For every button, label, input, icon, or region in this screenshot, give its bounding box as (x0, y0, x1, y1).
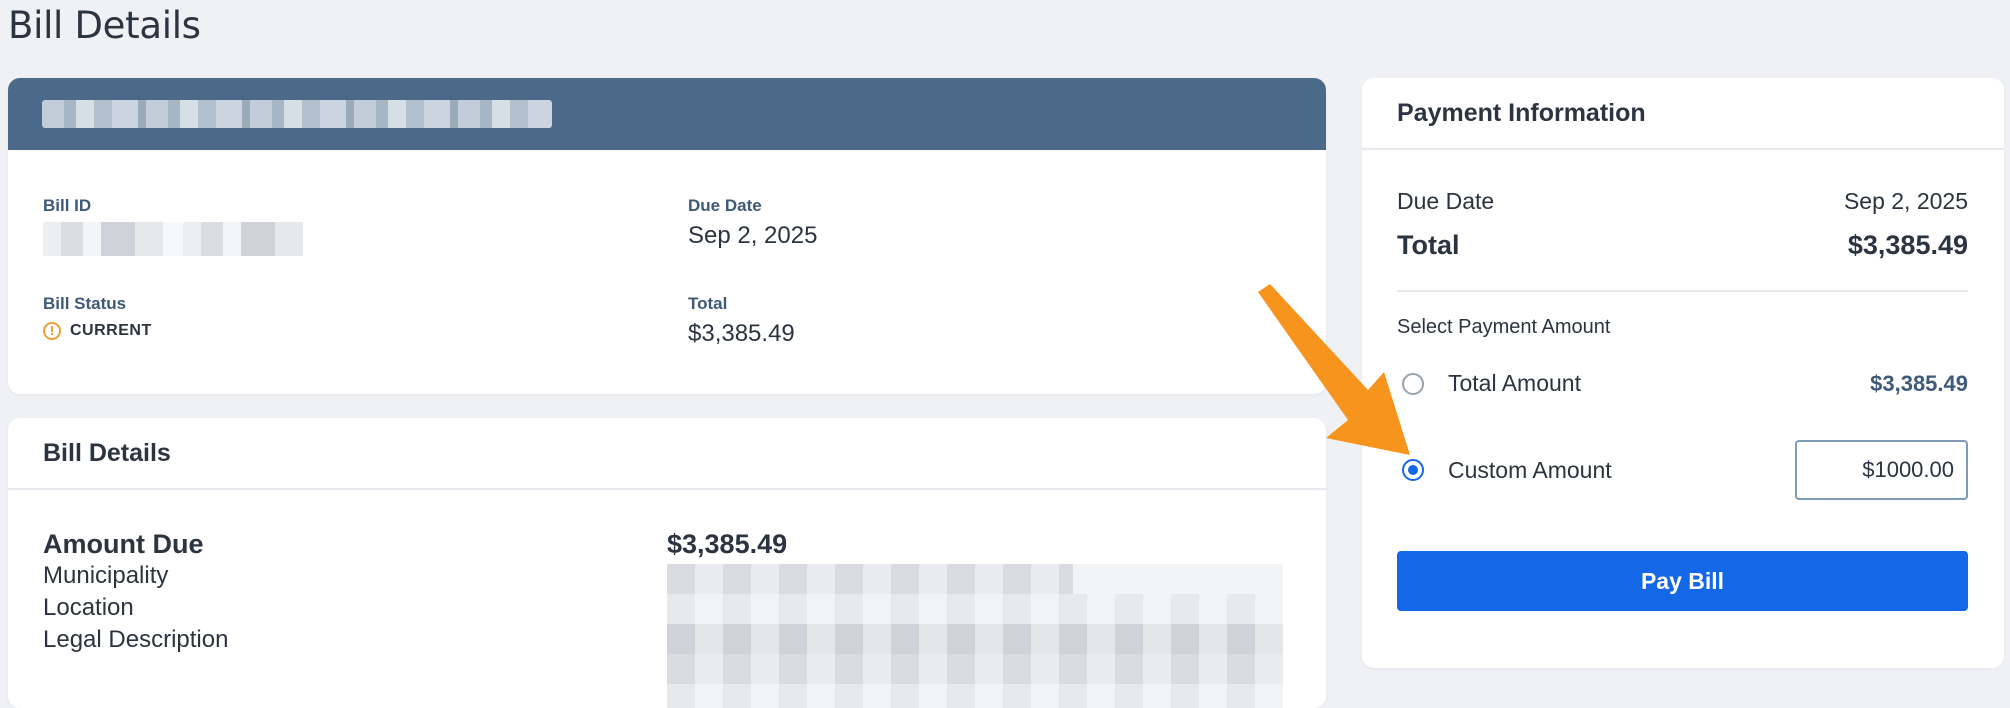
payment-information-heading: Payment Information (1362, 78, 2004, 150)
bill-details-card: Bill Details Amount Due Municipality Loc… (8, 418, 1326, 708)
legal-description-label: Legal Description (43, 626, 229, 653)
bill-summary-header (8, 78, 1326, 150)
annotation-arrow-icon (1258, 284, 1410, 455)
page-title: Bill Details (8, 4, 201, 47)
bill-id-field: Bill ID (43, 196, 303, 256)
payment-due-date-label: Due Date (1397, 188, 1495, 214)
warning-circle-icon: ! (43, 322, 61, 340)
amount-due-value: $3,385.49 (667, 529, 788, 559)
status-badge: ! CURRENT (43, 322, 152, 340)
pay-bill-button[interactable]: Pay Bill (1397, 551, 1968, 611)
payment-information-card: Payment Information Due Date Sep 2, 2025… (1362, 78, 2004, 668)
total-amount-option[interactable]: Total Amount $3,385.49 (1402, 370, 1968, 397)
details-label-list: Amount Due Municipality Location Legal D… (43, 528, 228, 656)
payment-total-value: $3,385.49 (1847, 230, 1968, 260)
location-label: Location (43, 594, 134, 621)
redacted-bill-id (43, 222, 303, 256)
bill-id-label: Bill ID (43, 196, 92, 215)
amount-due-label: Amount Due (43, 529, 204, 559)
due-date-value: Sep 2, 2025 (688, 222, 818, 249)
custom-amount-label[interactable]: Custom Amount (1448, 457, 1795, 484)
redacted-bill-title (42, 100, 552, 128)
bill-summary-card: Bill ID Due Date Sep 2, 2025 Bill Status… (8, 78, 1326, 394)
total-label: Total (688, 294, 728, 313)
payment-total-label: Total (1397, 230, 1460, 260)
total-field: Total $3,385.49 (688, 294, 795, 348)
custom-amount-input[interactable] (1795, 440, 1968, 500)
payment-due-date-row: Due Date Sep 2, 2025 (1397, 188, 1968, 215)
municipality-label: Municipality (43, 562, 169, 589)
payment-total-row: Total $3,385.49 (1397, 230, 1968, 261)
due-date-label: Due Date (688, 196, 762, 215)
total-amount-value: $3,385.49 (1870, 370, 1968, 396)
payment-divider (1397, 290, 1968, 292)
payment-due-date-value: Sep 2, 2025 (1843, 188, 1968, 214)
due-date-field: Due Date Sep 2, 2025 (688, 196, 817, 250)
status-text: CURRENT (70, 322, 152, 339)
bill-status-field: Bill Status ! CURRENT (43, 294, 152, 340)
redacted-details-values (667, 564, 1283, 708)
custom-amount-option[interactable]: Custom Amount (1402, 440, 1968, 500)
total-amount-label[interactable]: Total Amount (1448, 370, 1870, 397)
total-value: $3,385.49 (688, 320, 795, 347)
bill-details-heading: Bill Details (8, 418, 1326, 490)
bill-status-label: Bill Status (43, 294, 127, 313)
